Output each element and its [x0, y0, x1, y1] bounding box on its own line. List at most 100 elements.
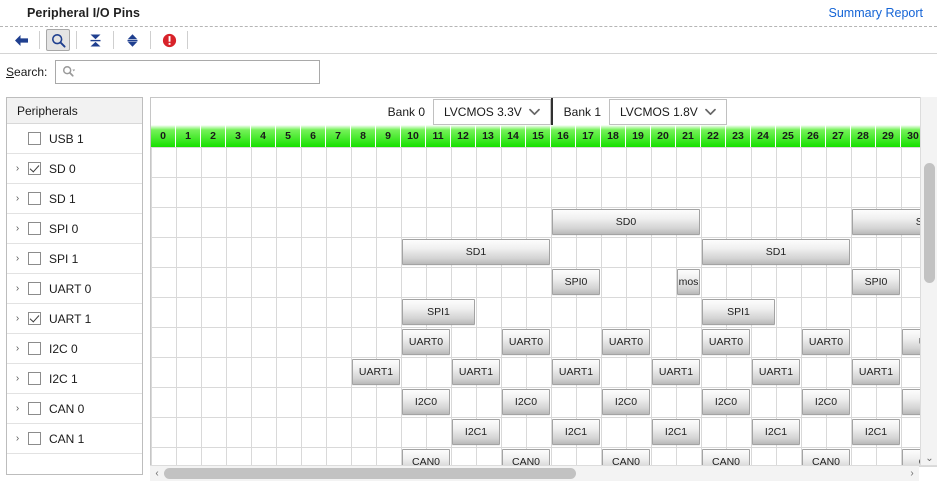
- peripheral-row[interactable]: › UART 1: [7, 304, 142, 334]
- pin-assignment-block[interactable]: I2C1: [552, 419, 600, 445]
- pin-number-cell[interactable]: 0: [151, 125, 176, 147]
- pin-assignment-block[interactable]: UART1: [752, 359, 800, 385]
- peripheral-checkbox[interactable]: [28, 222, 41, 235]
- pin-number-cell[interactable]: 3: [226, 125, 251, 147]
- chevron-right-icon[interactable]: ›: [11, 252, 24, 265]
- pin-assignment-block[interactable]: I2C0: [702, 389, 750, 415]
- pin-number-cell[interactable]: 5: [276, 125, 301, 147]
- pin-number-cell[interactable]: 24: [751, 125, 776, 147]
- search-field-icon[interactable]: [62, 65, 76, 78]
- vertical-scrollbar[interactable]: ⌄: [920, 97, 937, 465]
- pin-assignment-block[interactable]: I2C1: [752, 419, 800, 445]
- pin-assignment-block[interactable]: I2C1: [452, 419, 500, 445]
- pin-number-cell[interactable]: 20: [651, 125, 676, 147]
- peripheral-row[interactable]: › UART 0: [7, 274, 142, 304]
- peripheral-checkbox[interactable]: [28, 282, 41, 295]
- pin-assignment-block[interactable]: UART0: [502, 329, 550, 355]
- chevron-right-icon[interactable]: ›: [11, 402, 24, 415]
- back-arrow-icon[interactable]: [9, 29, 33, 51]
- pin-number-cell[interactable]: 27: [826, 125, 851, 147]
- peripheral-checkbox[interactable]: [28, 342, 41, 355]
- pin-assignment-block[interactable]: SD1: [402, 239, 550, 265]
- pin-number-cell[interactable]: 15: [526, 125, 551, 147]
- horizontal-scrollbar-thumb[interactable]: [164, 468, 576, 479]
- peripheral-row[interactable]: › I2C 1: [7, 364, 142, 394]
- pin-number-cell[interactable]: 10: [401, 125, 426, 147]
- summary-report-link[interactable]: Summary Report: [829, 6, 923, 20]
- scroll-left-arrow[interactable]: ‹: [150, 466, 164, 482]
- pin-assignment-block[interactable]: I2C0: [602, 389, 650, 415]
- pin-assignment-block[interactable]: SPI1: [402, 299, 475, 325]
- bank-standard-select[interactable]: LVCMOS 3.3V: [433, 98, 551, 125]
- chevron-right-icon[interactable]: ›: [11, 222, 24, 235]
- peripheral-row[interactable]: ›USB 1: [7, 124, 142, 154]
- peripheral-checkbox[interactable]: [28, 312, 41, 325]
- peripheral-checkbox[interactable]: [28, 162, 41, 175]
- pin-number-cell[interactable]: 21: [676, 125, 701, 147]
- pin-number-cell[interactable]: 25: [776, 125, 801, 147]
- pin-number-cell[interactable]: 16: [551, 125, 576, 147]
- error-icon[interactable]: [157, 29, 181, 51]
- pin-number-cell[interactable]: 28: [851, 125, 876, 147]
- search-input-wrapper[interactable]: [55, 59, 321, 84]
- pin-assignment-block[interactable]: I2C0: [502, 389, 550, 415]
- peripheral-row[interactable]: › SD 0: [7, 154, 142, 184]
- pin-number-cell[interactable]: 23: [726, 125, 751, 147]
- search-input[interactable]: [79, 63, 305, 80]
- bank-standard-select[interactable]: LVCMOS 1.8V: [609, 98, 727, 125]
- peripheral-checkbox[interactable]: [28, 372, 41, 385]
- pin-assignment-block[interactable]: SD1: [702, 239, 850, 265]
- peripheral-row[interactable]: › CAN 0: [7, 394, 142, 424]
- scroll-down-arrow[interactable]: ⌄: [921, 451, 937, 465]
- pin-assignment-block[interactable]: SD0: [552, 209, 700, 235]
- peripheral-checkbox[interactable]: [28, 402, 41, 415]
- pin-assignment-block[interactable]: UART0: [402, 329, 450, 355]
- pin-number-cell[interactable]: 6: [301, 125, 326, 147]
- horizontal-scrollbar[interactable]: ‹ ›: [150, 465, 919, 481]
- pin-number-cell[interactable]: 2: [201, 125, 226, 147]
- pin-assignment-block[interactable]: UART0: [802, 329, 850, 355]
- pin-number-cell[interactable]: 9: [376, 125, 401, 147]
- pin-assignment-block[interactable]: SPI0: [852, 269, 900, 295]
- peripheral-row[interactable]: › SPI 0: [7, 214, 142, 244]
- pin-assignment-block[interactable]: UART1: [352, 359, 400, 385]
- chevron-down-icon[interactable]: [529, 105, 540, 119]
- pin-assignment-block[interactable]: I2C0: [402, 389, 450, 415]
- peripheral-checkbox[interactable]: [28, 432, 41, 445]
- pin-number-cell[interactable]: 11: [426, 125, 451, 147]
- chevron-right-icon[interactable]: ›: [11, 192, 24, 205]
- pin-number-cell[interactable]: 22: [701, 125, 726, 147]
- pin-assignment-block[interactable]: UART1: [552, 359, 600, 385]
- search-icon[interactable]: [46, 29, 70, 51]
- chevron-right-icon[interactable]: ›: [11, 162, 24, 175]
- pin-assignment-block[interactable]: UART1: [852, 359, 900, 385]
- scroll-right-arrow[interactable]: ›: [905, 466, 919, 482]
- pin-number-cell[interactable]: 12: [451, 125, 476, 147]
- peripheral-row[interactable]: › SPI 1: [7, 244, 142, 274]
- expand-all-icon[interactable]: [120, 29, 144, 51]
- pin-assignment-block[interactable]: SPI1: [702, 299, 775, 325]
- peripheral-row[interactable]: › SD 1: [7, 184, 142, 214]
- pin-number-cell[interactable]: 29: [876, 125, 901, 147]
- peripheral-row[interactable]: › I2C 0: [7, 334, 142, 364]
- pin-number-cell[interactable]: 14: [501, 125, 526, 147]
- peripheral-checkbox[interactable]: [28, 132, 41, 145]
- pin-assignment-block[interactable]: mos: [677, 269, 700, 295]
- chevron-right-icon[interactable]: ›: [11, 372, 24, 385]
- pin-number-cell[interactable]: 1: [176, 125, 201, 147]
- peripheral-checkbox[interactable]: [28, 252, 41, 265]
- pin-assignment-block[interactable]: UART0: [702, 329, 750, 355]
- pin-number-cell[interactable]: 18: [601, 125, 626, 147]
- pin-number-cell[interactable]: 4: [251, 125, 276, 147]
- chevron-down-icon[interactable]: [705, 105, 716, 119]
- pin-assignment-block[interactable]: I2C1: [852, 419, 900, 445]
- pin-assignment-block[interactable]: I2C1: [652, 419, 700, 445]
- pin-number-cell[interactable]: 7: [326, 125, 351, 147]
- pin-number-cell[interactable]: 19: [626, 125, 651, 147]
- pin-assignment-block[interactable]: SPI0: [552, 269, 600, 295]
- chevron-right-icon[interactable]: ›: [11, 342, 24, 355]
- peripheral-checkbox[interactable]: [28, 192, 41, 205]
- chevron-right-icon[interactable]: ›: [11, 312, 24, 325]
- pin-number-cell[interactable]: 13: [476, 125, 501, 147]
- collapse-all-icon[interactable]: [83, 29, 107, 51]
